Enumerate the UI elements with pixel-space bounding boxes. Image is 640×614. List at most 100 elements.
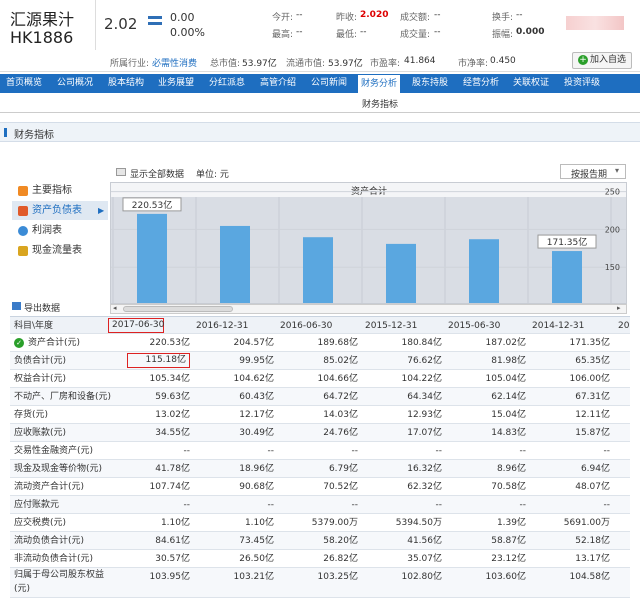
menu-balance-sheet[interactable]: 资产负债表 ▶ [12,201,108,220]
unit-label: 单位: 元 [196,170,229,180]
table-cell: -- [603,500,611,510]
nav-warrants[interactable]: 关联权证 [513,74,549,93]
table-cell: 81.98亿 [491,356,526,366]
nav-shareholders[interactable]: 股东持股 [412,74,448,93]
sub-value: 0.450 [490,56,516,66]
chart-bar[interactable] [220,225,250,304]
nav-operations[interactable]: 经营分析 [463,74,499,93]
row-label: 权益合计(元) [14,374,67,384]
table-cell: 107.74亿 [149,482,191,492]
chevron-down-icon: ▾ [615,166,620,175]
quote-value: -- [296,10,303,20]
chart-bar[interactable] [303,237,333,304]
chart-bar[interactable] [386,243,416,304]
chart-scrollbar[interactable]: ◂ ▸ [110,304,627,314]
header-cell[interactable]: 2015-06-30 [448,317,500,335]
row-label: 流动负债合计(元) [14,536,85,546]
menu-main-indicators[interactable]: 主要指标 [12,181,108,200]
table-cell: 64.34亿 [407,392,442,402]
nav-business[interactable]: 业务展望 [158,74,194,93]
table-cell: 189.68亿 [317,338,359,348]
table-cell: 58.87亿 [491,536,526,546]
stock-price: 2.02 [104,15,138,33]
header-cell: 20 [618,321,630,331]
table-cell: 59.63亿 [155,392,190,402]
table-cell: 34.55亿 [155,428,190,438]
table-row: 流动负债合计(元) 84.61亿 73.45亿 58.20亿 41.56亿 58.87亿 5… [10,532,630,550]
table-cell: 15.04亿 [491,410,526,420]
nav-dividend[interactable]: 分红派息 [209,74,245,93]
table-cell: 103.21亿 [233,572,275,582]
table-cell: 62.14亿 [491,392,526,402]
quote-value: -- [516,10,523,20]
nav-news[interactable]: 公司新闻 [311,74,347,93]
export-data-link[interactable]: 导出数据 [24,301,60,314]
table-cell: 76.62亿 [407,356,442,366]
table-row: 非流动负债合计(元) 30.57亿 26.50亿 26.82亿 35.07亿 23.12亿… [10,550,630,568]
table-cell: 1.10亿 [244,518,274,528]
y-tick-label: 200 [605,225,620,234]
nav-executives[interactable]: 高管介绍 [260,74,296,93]
section-title: 财务指标 [14,130,54,141]
quote-value: 0.000 [516,27,545,37]
menu-label: 现金流量表 [32,245,82,256]
chart-bar[interactable] [137,213,167,304]
menu-cash-flow[interactable]: 现金流量表 [12,241,108,260]
row-label: 流动资产合计(元) [14,482,85,492]
scroll-left-icon[interactable]: ◂ [113,304,117,312]
table-cell: 64.72亿 [323,392,358,402]
table-cell: 73.45亿 [239,536,274,546]
table-cell: 187.02亿 [485,338,527,348]
subnav-financial-indicators[interactable]: 财务指标 [362,97,398,110]
chart-bar[interactable] [469,239,499,304]
scroll-right-icon[interactable]: ▸ [617,304,621,312]
scrollbar-thumb[interactable] [123,306,233,312]
table-header-row: 科目\年度 2017-06-30 2016-12-31 2016-06-30 2… [10,316,630,334]
main-nav: 首页概览 公司概况 股本结构 业务展望 分红派息 高管介绍 公司新闻 财务分析 … [0,74,640,93]
quote-value: 2.020 [360,10,389,20]
row-label: 资产合计(元) [28,338,81,348]
table-cell: 105.04亿 [485,374,527,384]
table-cell: 30.49亿 [239,428,274,438]
quote-value: -- [296,27,303,37]
table-cell: 12.93亿 [407,410,442,420]
asset-total-chart: 资产合计 250 200 150 220.53亿 171.35亿 [110,182,627,304]
industry-link[interactable]: 必需性消费 [152,56,197,69]
table-cell: 35.07亿 [407,554,442,564]
table-row: 应交税费(元) 1.10亿 1.10亿 5379.00万 5394.50万 1.39亿 56… [10,514,630,532]
table-cell: -- [267,446,275,456]
table-cell: 106.00亿 [569,374,611,384]
header-cell[interactable]: 2014-12-31 [532,317,584,335]
header-cell[interactable]: 2016-12-31 [196,317,248,335]
data-label: 171.35亿 [547,236,588,248]
period-select[interactable]: 按报告期 ▾ [560,164,626,180]
table-cell: 180.84亿 [401,338,443,348]
table-cell: 5691.00万 [563,518,610,528]
table-cell: -- [519,446,527,456]
header-cell: 科目\年度 [14,321,54,331]
header-cell[interactable]: 2016-06-30 [280,317,332,335]
nav-home[interactable]: 首页概览 [6,74,42,93]
menu-income-statement[interactable]: 利润表 [12,221,108,240]
nav-company[interactable]: 公司概况 [57,74,93,93]
table-cell: 104.22亿 [401,374,443,384]
header-cell[interactable]: 2015-12-31 [365,317,417,335]
row-label: 非流动负债合计(元) [14,554,94,564]
table-cell: 70.58亿 [491,482,526,492]
nav-shares[interactable]: 股本结构 [108,74,144,93]
stock-change-pct: 0.00% [170,26,205,39]
table-cell: 67.31亿 [575,392,610,402]
nav-finance[interactable]: 财务分析 [357,74,401,93]
quote-label: 最低: [336,30,358,40]
sub-label: 市盈率: [370,59,401,69]
period-select-value: 按报告期 [571,170,608,180]
add-watchlist-button[interactable]: + 加入自选 [572,52,632,69]
table-cell: -- [351,446,359,456]
plus-icon: + [577,55,588,65]
header-cell-selected[interactable]: 2017-06-30 [108,318,164,333]
table-cell: 103.25亿 [317,572,359,582]
nav-rating[interactable]: 投资评级 [564,74,600,93]
table-cell: 104.66亿 [317,374,359,384]
show-all-data-link[interactable]: 显示全部数据 [130,167,184,180]
chart-bar[interactable] [552,251,582,304]
